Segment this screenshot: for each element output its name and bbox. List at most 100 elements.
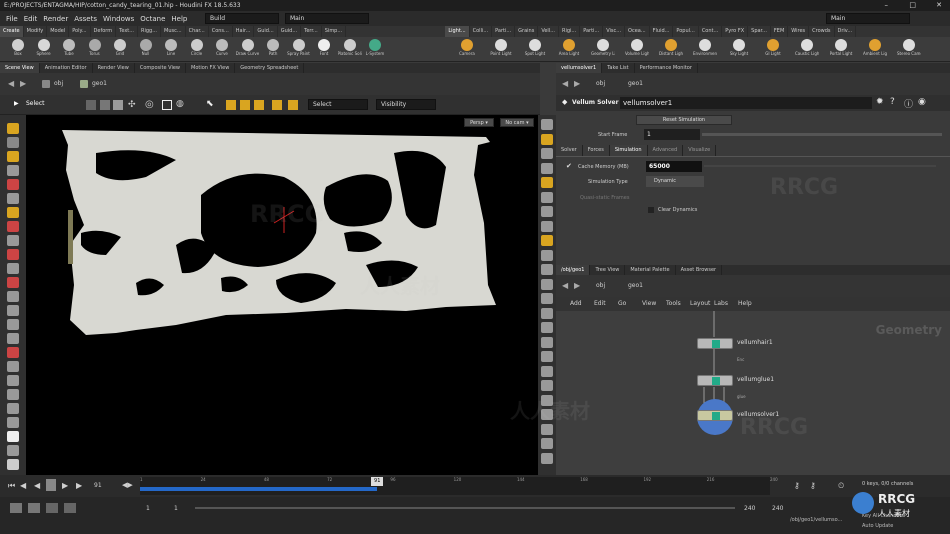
main-dropdown[interactable]: Main [285,13,369,24]
shelf-tool[interactable]: Line [159,38,183,61]
display-option-icon[interactable] [541,380,553,391]
shelf-tab[interactable]: Model [47,26,70,37]
display-option-icon[interactable] [541,235,553,246]
shelf-tab[interactable]: Hair... [233,26,255,37]
tool-icon[interactable] [7,347,19,358]
timeline-track[interactable]: 91 1 24 48 72 96 120 144 168 192 216 240 [140,477,778,495]
shelf-tool[interactable]: Path [261,38,285,61]
shelf-tool[interactable]: Portal Light [829,38,853,61]
shelf-tool[interactable]: Geometry Light [591,38,615,61]
tool-icon[interactable] [7,305,19,316]
menu-edit[interactable]: Edit [24,15,38,23]
cache-memory-slider[interactable] [704,165,936,167]
display-option-icon[interactable] [541,220,553,232]
3d-viewport[interactable]: Persp ▾ No cam ▾ [26,115,540,475]
network-menu-item[interactable]: Layout [690,300,710,307]
edge-select-icon[interactable] [240,100,250,110]
select-groups-icon[interactable]: ⬉ [206,99,214,109]
shelf-tool[interactable]: Sphere [32,38,56,61]
eye-icon[interactable]: ◉ [918,97,926,107]
shelf-tab[interactable]: Char... [186,26,209,37]
shelf-tool[interactable]: Sky Light [727,38,751,61]
play-back-icon[interactable]: ◀ [34,481,40,490]
tool-icon[interactable] [7,235,19,246]
display-option-icon[interactable] [541,351,553,362]
display-option-icon[interactable] [541,452,553,464]
shelf-tab[interactable]: Driv... [835,26,857,37]
param-subtab[interactable]: Simulation [609,145,648,156]
tool-icon[interactable] [7,179,19,190]
shelf-tool[interactable]: Draw Curve [236,38,260,61]
camera-dropdown[interactable]: No cam ▾ [500,118,534,127]
display-option-icon[interactable] [541,119,553,130]
rotate-tool-icon[interactable]: ✣ [128,100,136,110]
reset-simulation-button[interactable]: Reset Simulation [636,115,732,125]
shelf-tab[interactable]: Ocea... [625,26,650,37]
shelf-tool[interactable]: Environment Light [693,38,717,61]
scale-tool-icon[interactable]: ◎ [145,99,154,110]
tool-icon[interactable] [7,207,19,218]
range-start-field[interactable]: 1 [174,505,178,512]
display-option-icon[interactable] [541,191,553,203]
param-back-icon[interactable]: ◀ [562,79,568,88]
range-slider[interactable] [195,507,735,509]
shelf-tool[interactable]: Curve [210,38,234,61]
tool-icon[interactable] [7,459,19,470]
viewer-tab[interactable]: Render View [93,63,135,73]
tool-icon[interactable] [7,165,19,176]
shelf-tool[interactable]: Platonic Solids [338,38,362,61]
start-frame-slider[interactable] [702,133,942,136]
minimize-button[interactable]: – [885,0,889,11]
tool-icon[interactable] [7,137,19,148]
key-icon[interactable]: ⚷ [794,481,800,490]
display-option-icon[interactable] [541,438,553,449]
network-menu-item[interactable]: Add [570,300,582,307]
viewer-tab[interactable]: Geometry Spreadsheet [235,63,305,73]
realtime-icon[interactable] [10,503,22,513]
network-tab[interactable]: Material Palette [625,265,676,275]
display-option-icon[interactable] [541,264,553,275]
cache-icon[interactable] [64,503,76,513]
shelf-tab[interactable]: Guid... [278,26,302,37]
network-menu-item[interactable]: Go [618,300,626,307]
shelf-tab[interactable]: Vell... [538,26,559,37]
audio-icon[interactable] [28,503,40,513]
tool-icon[interactable] [7,221,19,232]
tool-icon[interactable] [7,249,19,260]
node-vellumhair1[interactable] [697,338,733,349]
shelf-tab[interactable]: Pyro FX [722,26,749,37]
start-frame-field[interactable]: 1 [644,129,700,140]
param-tab[interactable]: Performance Monitor [635,63,698,73]
param-subtab[interactable]: Forces [583,145,610,156]
tool-icon[interactable] [7,277,19,288]
tool-icon[interactable] [7,263,19,274]
shelf-tool[interactable]: Volume Light [625,38,649,61]
step-forward-icon[interactable]: ▶ [76,481,82,490]
shelf-tool[interactable]: Box [6,38,30,61]
play-forward-icon[interactable]: ▶ [62,481,68,490]
maximize-button[interactable]: □ [909,0,916,11]
shelf-tab[interactable]: Create [0,26,24,37]
cache-memory-field[interactable]: 65000 [646,161,702,172]
tool-icon[interactable] [7,151,19,162]
desktop-dropdown[interactable]: Build [205,13,279,24]
shelf-tool[interactable]: Ambient Light [863,38,887,61]
display-option-icon[interactable] [541,336,553,348]
shelf-tab[interactable]: Fluid... [650,26,674,37]
shelf-tab[interactable]: Grains [515,26,539,37]
point-select-icon[interactable] [226,100,236,110]
network-menu-item[interactable]: View [642,300,656,307]
vertex-select-icon[interactable] [272,100,282,110]
path-obj[interactable]: obj [54,80,63,87]
display-option-icon[interactable] [541,365,553,377]
shelf-tab[interactable]: Parti... [580,26,604,37]
param-tab[interactable]: vellumsolver1 [556,63,603,73]
shelf-tab[interactable]: Cont... [699,26,723,37]
menu-help[interactable]: Help [171,15,187,23]
tool-icon[interactable] [7,375,19,386]
shelf-tab[interactable]: Parti... [492,26,516,37]
param-subtab[interactable]: Advanced [648,145,684,156]
start-frame-field[interactable]: 1 [146,505,150,512]
persp-dropdown[interactable]: Persp ▾ [464,118,494,127]
shelf-tool[interactable]: Tube [57,38,81,61]
